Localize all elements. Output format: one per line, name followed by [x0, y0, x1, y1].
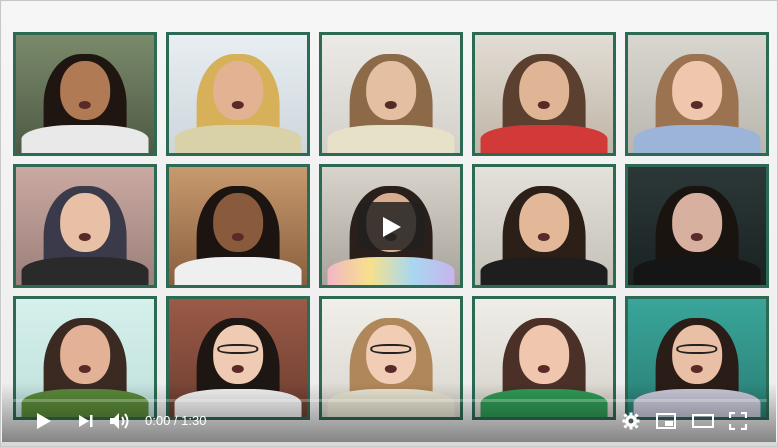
singer-tile — [472, 32, 616, 156]
singer-tile — [625, 32, 769, 156]
player-bottom-border — [1, 442, 777, 446]
video-frame[interactable] — [2, 2, 776, 444]
play-button[interactable] — [29, 407, 59, 435]
volume-button[interactable] — [105, 407, 135, 435]
singer-tile — [166, 32, 310, 156]
next-icon — [79, 415, 93, 427]
fullscreen-icon — [729, 412, 747, 430]
control-bar: 0:00 / 1:30 — [1, 403, 777, 439]
singer-tile — [625, 164, 769, 288]
time-display: 0:00 / 1:30 — [145, 413, 207, 428]
play-icon — [383, 217, 401, 237]
settings-button[interactable] — [616, 407, 646, 435]
singer-tile — [319, 32, 463, 156]
miniplayer-button[interactable] — [651, 407, 681, 435]
miniplayer-icon — [656, 413, 676, 429]
theater-mode-icon — [692, 414, 714, 428]
video-player[interactable]: 0:00 / 1:30 — [0, 0, 778, 447]
fullscreen-button[interactable] — [723, 407, 753, 435]
large-play-button[interactable] — [357, 202, 425, 250]
play-icon — [37, 413, 51, 429]
gear-icon — [622, 412, 640, 430]
theater-mode-button[interactable] — [688, 407, 718, 435]
singer-tile — [13, 32, 157, 156]
progress-bar[interactable] — [13, 399, 767, 402]
volume-icon — [110, 413, 129, 429]
singer-tile — [13, 164, 157, 288]
singer-tile — [472, 164, 616, 288]
next-button[interactable] — [71, 407, 101, 435]
singer-tile — [166, 164, 310, 288]
